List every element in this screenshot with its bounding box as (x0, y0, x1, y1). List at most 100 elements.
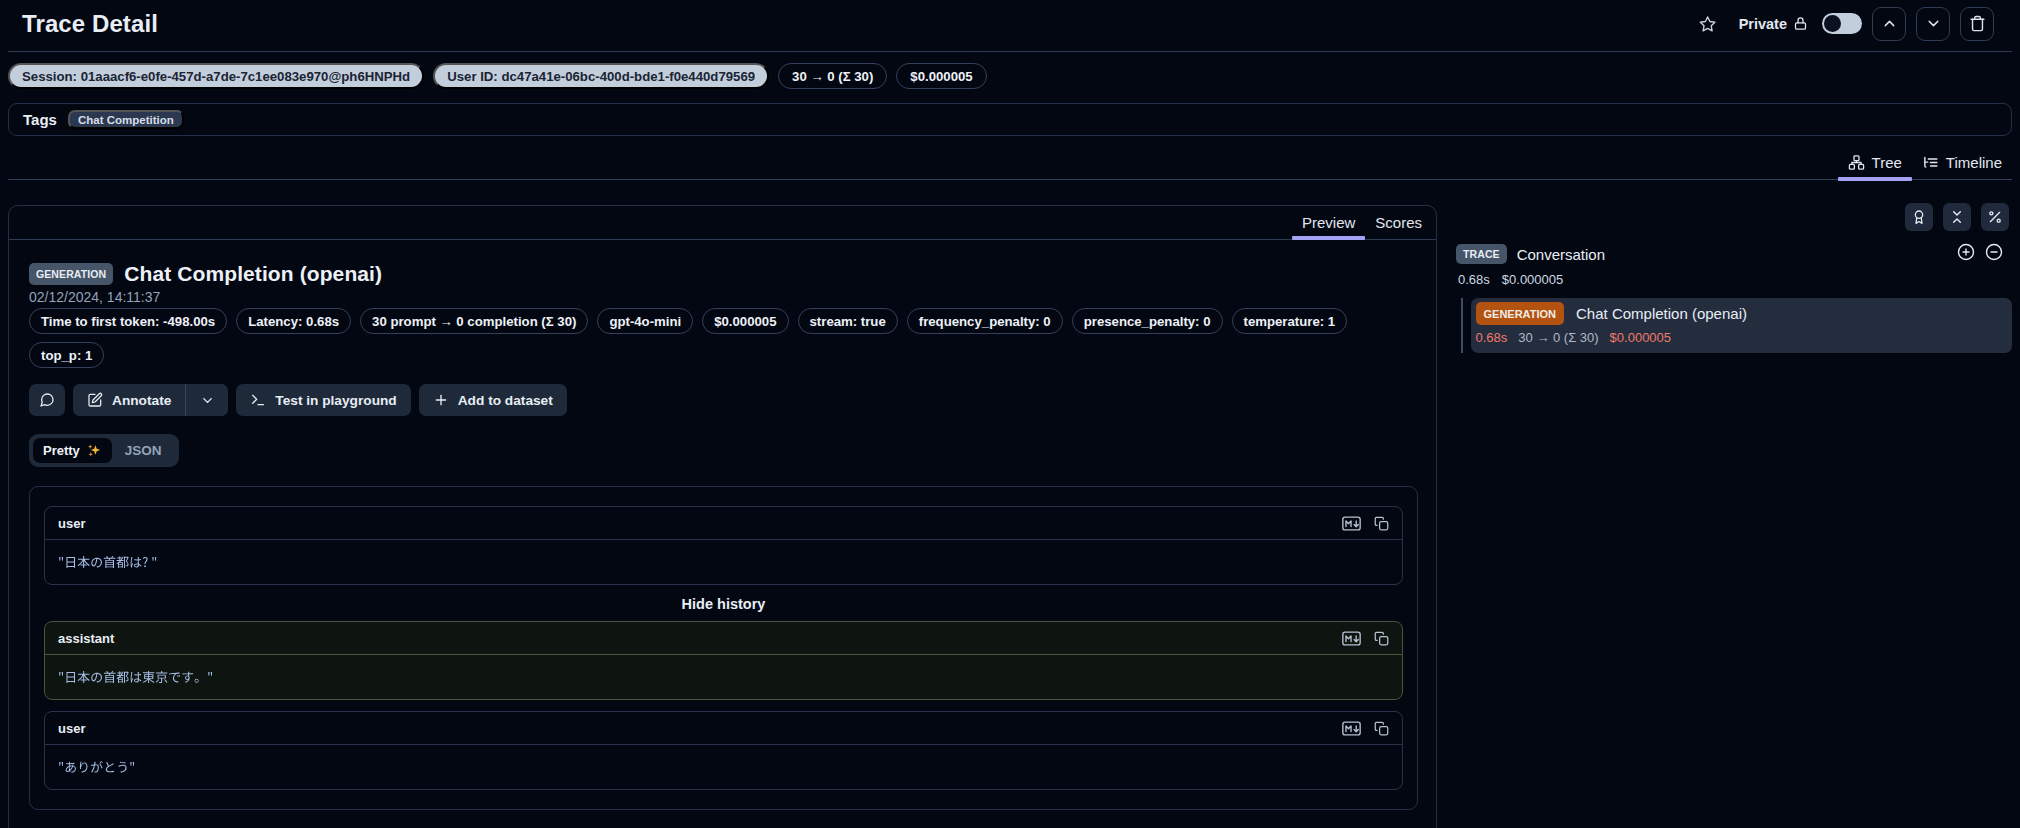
chip-presence-penalty: presence_penalty: 0 (1072, 308, 1223, 334)
copy-icon (1374, 631, 1389, 646)
observation-title-row: GENERATION Chat Completion (openai) (29, 259, 1416, 289)
playground-button[interactable]: Test in playground (236, 384, 410, 416)
collapse-all-button[interactable] (1943, 203, 1971, 231)
workflow-icon (1848, 154, 1865, 171)
tree-toolbar (1447, 203, 2012, 231)
annotate-dropdown-button[interactable] (185, 384, 228, 416)
message-text-glyphs (58, 759, 135, 776)
message-text-glyphs (58, 669, 213, 686)
trace-tree-panel: TRACE Conversation 0.68s $0.000005 GENER… (1437, 203, 2012, 353)
chevrons-down-up-icon (1949, 209, 1965, 225)
tab-tree-label: Tree (1872, 154, 1902, 171)
header-actions: Private (1697, 7, 1994, 41)
markdown-toggle-button[interactable] (1342, 631, 1361, 646)
visibility-label: Private (1739, 16, 1808, 32)
message-card: assistant "日本の首都は東京です。" (44, 621, 1403, 700)
format-json-tab[interactable]: JSON (112, 438, 175, 463)
visibility-text: Private (1739, 16, 1787, 32)
chip-frequency-penalty: frequency_penalty: 0 (907, 308, 1063, 334)
json-label: JSON (125, 443, 162, 458)
chip-time-to-first-token: Time to first token: -498.00s (29, 308, 227, 334)
session-chip[interactable]: Session: 01aaacf6-e0fe-457d-a7de-7c1ee08… (8, 63, 424, 89)
tree-indent-guide (1461, 298, 1463, 353)
toggle-knob (1824, 15, 1841, 32)
observation-tokens: 30 → 0 (Σ 30) (1518, 330, 1598, 345)
observation-timestamp: 02/12/2024, 14:11:37 (29, 289, 1416, 305)
message-header: user (45, 712, 1402, 745)
scores-toggle-button[interactable] (1905, 203, 1933, 231)
next-trace-button[interactable] (1916, 7, 1950, 41)
comment-button[interactable] (29, 384, 65, 416)
terminal-icon (250, 392, 266, 408)
tags-section: Tags Chat Competition (8, 103, 2012, 136)
total-cost-chip: $0.000005 (896, 63, 986, 89)
markdown-icon (1342, 631, 1361, 646)
message-actions (1342, 516, 1389, 531)
prev-trace-button[interactable] (1872, 7, 1906, 41)
trace-latency: 0.68s (1458, 272, 1490, 287)
observation-preview-panel: Preview Scores GENERATION Chat Completio… (8, 205, 1437, 828)
trace-root-row[interactable]: TRACE Conversation (1447, 244, 2012, 264)
trace-name: Conversation (1517, 246, 1605, 263)
bookmark-button[interactable] (1697, 13, 1719, 35)
markdown-toggle-button[interactable] (1342, 721, 1361, 736)
preview-body: GENERATION Chat Completion (openai) 02/1… (9, 240, 1436, 810)
token-usage-chip: 30 → 0 (Σ 30) (778, 63, 887, 89)
observation-row-metrics: 0.68s 30 → 0 (Σ 30) $0.000005 (1476, 330, 2001, 345)
add-to-dataset-label: Add to dataset (458, 393, 553, 408)
copy-message-button[interactable] (1374, 721, 1389, 736)
chevron-down-icon (200, 393, 215, 408)
markdown-icon (1342, 721, 1361, 736)
plus-icon (433, 392, 449, 408)
expand-all-button[interactable] (1957, 243, 1975, 261)
tab-tree[interactable]: Tree (1838, 146, 1912, 179)
observation-name: Chat Completion (openai) (1576, 305, 1747, 322)
sparkles-icon (87, 443, 102, 458)
chip-token-usage: 30 prompt → 0 completion (Σ 30) (360, 308, 588, 334)
observation-row-header: GENERATION Chat Completion (openai) (1476, 302, 2001, 325)
page-header: Trace Detail Private (8, 0, 2012, 52)
chip-top-p: top_p: 1 (29, 342, 104, 368)
metrics-toggle-button[interactable] (1981, 203, 2009, 231)
main-content: Preview Scores GENERATION Chat Completio… (0, 205, 2020, 828)
pen-square-icon (87, 392, 103, 408)
message-card: user "日本の首都は? " (44, 506, 1403, 585)
format-pretty-tab[interactable]: Pretty (33, 438, 112, 463)
visibility-toggle[interactable] (1822, 13, 1862, 34)
view-mode-tabs: Tree Timeline (8, 146, 2012, 180)
observation-tree-row[interactable]: GENERATION Chat Completion (openai) 0.68… (1471, 298, 2013, 353)
lock-icon (1793, 16, 1808, 31)
tag-chat-competition[interactable]: Chat Competition (68, 110, 184, 129)
pretty-label: Pretty (43, 443, 80, 458)
trace-type-badge: TRACE (1456, 244, 1507, 264)
tab-preview[interactable]: Preview (1292, 206, 1365, 239)
message-header: user (45, 507, 1402, 540)
messages-container: user "日本の首都は? " Hide history assistant "… (29, 486, 1418, 810)
chip-latency: Latency: 0.68s (236, 308, 351, 334)
copy-message-button[interactable] (1374, 631, 1389, 646)
trash-icon (1969, 15, 1986, 32)
tab-timeline[interactable]: Timeline (1912, 146, 2012, 179)
tab-scores[interactable]: Scores (1365, 206, 1432, 239)
delete-trace-button[interactable] (1960, 7, 1994, 41)
add-to-dataset-button[interactable]: Add to dataset (419, 384, 567, 416)
observation-actions: Annotate Test in playground Add to datas… (29, 384, 1416, 416)
annotate-split-button: Annotate (73, 384, 228, 416)
annotate-button[interactable]: Annotate (73, 384, 185, 416)
message-role: assistant (58, 631, 114, 646)
hide-history-toggle[interactable]: Hide history (44, 596, 1403, 612)
message-role: user (58, 516, 85, 531)
annotate-label: Annotate (112, 393, 171, 408)
observation-title: Chat Completion (openai) (124, 259, 382, 289)
markdown-toggle-button[interactable] (1342, 516, 1361, 531)
chip-temperature: temperature: 1 (1232, 308, 1348, 334)
trace-metrics: 0.68s $0.000005 (1447, 272, 2012, 287)
message-actions (1342, 631, 1389, 646)
trace-meta-row: Session: 01aaacf6-e0fe-457d-a7de-7c1ee08… (8, 63, 2012, 89)
message-circle-icon (39, 392, 55, 408)
user-id-chip[interactable]: User ID: dc47a41e-06bc-400d-bde1-f0e440d… (433, 63, 769, 89)
tree-children: GENERATION Chat Completion (openai) 0.68… (1447, 298, 2012, 353)
collapse-tree-button[interactable] (1985, 243, 2003, 261)
copy-message-button[interactable] (1374, 516, 1389, 531)
copy-icon (1374, 721, 1389, 736)
